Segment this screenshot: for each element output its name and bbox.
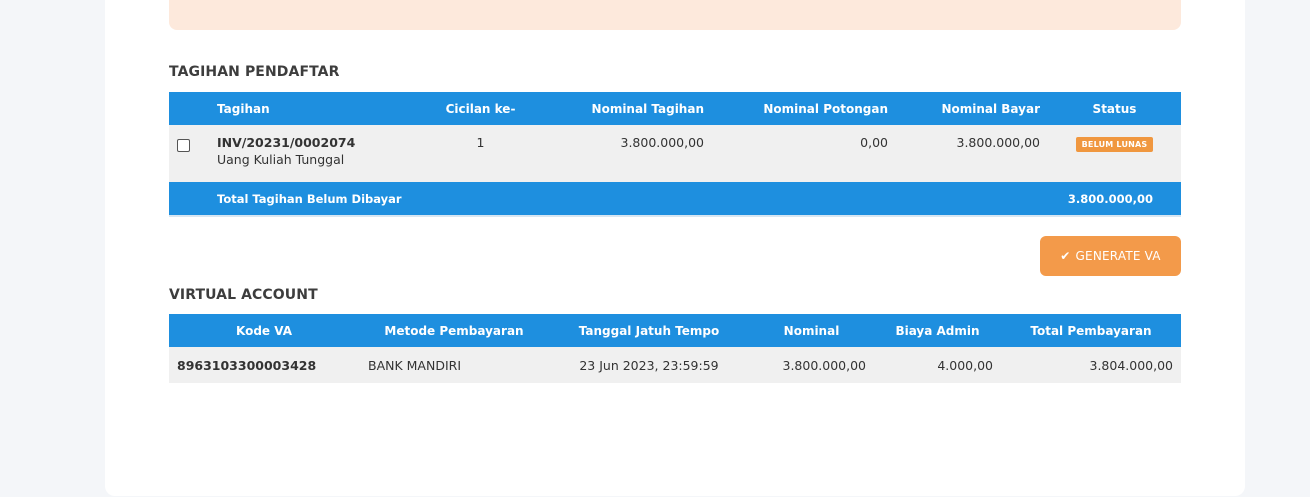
header-metode: Metode Pembayaran bbox=[359, 314, 549, 347]
table-row: 8963103300003428 BANK MANDIRI 23 Jun 202… bbox=[169, 347, 1181, 383]
header-cicilan: Cicilan ke- bbox=[409, 92, 552, 125]
va-table: Kode VA Metode Pembayaran Tanggal Jatuh … bbox=[169, 314, 1181, 383]
header-nominal-bayar: Nominal Bayar bbox=[896, 92, 1048, 125]
va-metode-cell: BANK MANDIRI bbox=[359, 347, 549, 383]
row-select-checkbox[interactable] bbox=[176, 139, 190, 152]
header-nominal-tagihan: Nominal Tagihan bbox=[552, 92, 712, 125]
alert-box bbox=[169, 0, 1181, 30]
tagihan-section-title: TAGIHAN PENDAFTAR bbox=[169, 64, 340, 80]
check-icon: ✔ bbox=[1060, 249, 1071, 263]
va-biaya-admin-cell: 4.000,00 bbox=[874, 347, 1001, 383]
header-kode-va: Kode VA bbox=[169, 314, 359, 347]
header-nominal: Nominal bbox=[749, 314, 874, 347]
status-badge: BELUM LUNAS bbox=[1075, 137, 1154, 152]
va-jatuh-tempo-cell: 23 Jun 2023, 23:59:59 bbox=[549, 347, 749, 383]
header-total-pembayaran: Total Pembayaran bbox=[1001, 314, 1181, 347]
va-nominal-cell: 3.800.000,00 bbox=[749, 347, 874, 383]
status-cell: BELUM LUNAS bbox=[1048, 125, 1181, 182]
generate-va-button[interactable]: ✔ GENERATE VA bbox=[1040, 236, 1181, 276]
generate-va-label: GENERATE VA bbox=[1075, 249, 1161, 263]
header-jatuh-tempo: Tanggal Jatuh Tempo bbox=[549, 314, 749, 347]
total-value: 3.800.000,00 bbox=[1048, 182, 1181, 217]
va-section-title: VIRTUAL ACCOUNT bbox=[169, 287, 318, 303]
va-total-cell: 3.804.000,00 bbox=[1001, 347, 1181, 383]
nominal-potongan-cell: 0,00 bbox=[712, 125, 896, 182]
total-row: Total Tagihan Belum Dibayar 3.800.000,00 bbox=[169, 182, 1181, 217]
header-biaya-admin: Biaya Admin bbox=[874, 314, 1001, 347]
nominal-bayar-cell: 3.800.000,00 bbox=[896, 125, 1048, 182]
invoice-cell: INV/20231/0002074 Uang Kuliah Tunggal bbox=[209, 125, 409, 182]
invoice-description: Uang Kuliah Tunggal bbox=[217, 152, 345, 167]
invoice-number: INV/20231/0002074 bbox=[217, 135, 356, 150]
va-code-cell: 8963103300003428 bbox=[169, 347, 359, 383]
header-status: Status bbox=[1048, 92, 1181, 125]
va-header-row: Kode VA Metode Pembayaran Tanggal Jatuh … bbox=[169, 314, 1181, 347]
header-tagihan: Tagihan bbox=[209, 92, 409, 125]
nominal-tagihan-cell: 3.800.000,00 bbox=[552, 125, 712, 182]
row-select-cell bbox=[169, 125, 209, 182]
tagihan-table: Tagihan Cicilan ke- Nominal Tagihan Nomi… bbox=[169, 92, 1181, 217]
total-spacer bbox=[169, 182, 209, 217]
tagihan-header-row: Tagihan Cicilan ke- Nominal Tagihan Nomi… bbox=[169, 92, 1181, 125]
header-checkbox-col bbox=[169, 92, 209, 125]
table-row: INV/20231/0002074 Uang Kuliah Tunggal 1 … bbox=[169, 125, 1181, 182]
cicilan-cell: 1 bbox=[409, 125, 552, 182]
header-nominal-potongan: Nominal Potongan bbox=[712, 92, 896, 125]
total-label: Total Tagihan Belum Dibayar bbox=[209, 182, 1048, 217]
